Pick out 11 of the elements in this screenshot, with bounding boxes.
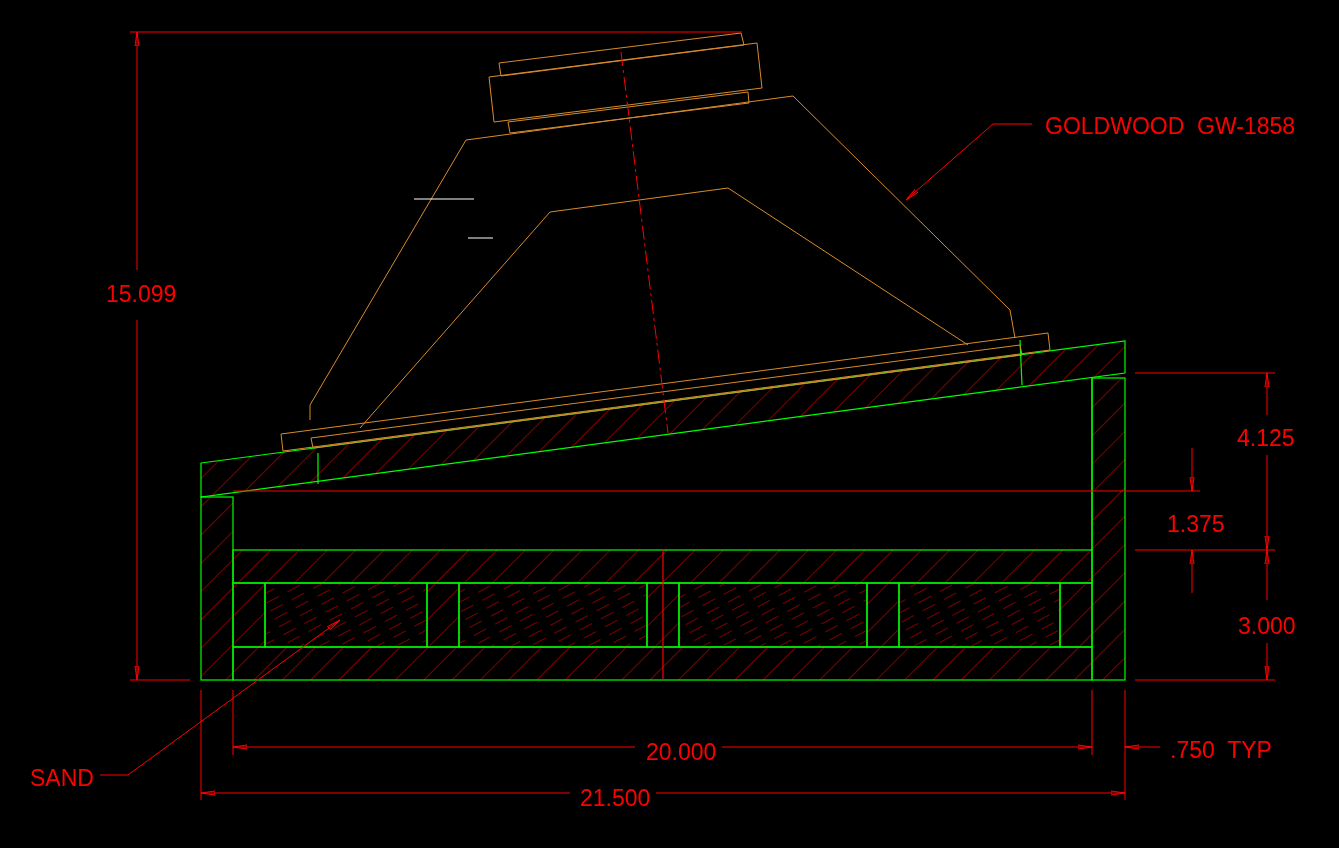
dimension-value: 20.000 bbox=[646, 739, 717, 765]
dimension-value: .750 TYP bbox=[1170, 737, 1272, 763]
dimension-value: 3.000 bbox=[1238, 613, 1296, 639]
dimension-value: 21.500 bbox=[580, 785, 651, 811]
callout-label: SAND bbox=[30, 765, 94, 791]
dimension-value: 15.099 bbox=[106, 281, 177, 307]
construction-line bbox=[467, 237, 494, 239]
dimension-value: 1.375 bbox=[1167, 511, 1225, 537]
dimension-value: 4.125 bbox=[1237, 425, 1295, 451]
construction-line bbox=[413, 198, 475, 200]
callout-label: GOLDWOOD GW-1858 bbox=[1045, 113, 1296, 139]
